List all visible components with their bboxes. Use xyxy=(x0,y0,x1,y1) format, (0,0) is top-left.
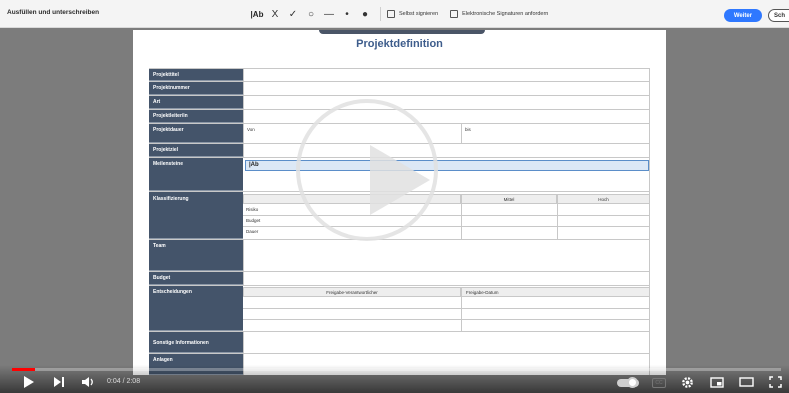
miniplayer-icon[interactable] xyxy=(708,374,726,390)
volume-icon[interactable] xyxy=(78,374,98,390)
tool-group: |Ab X ✓ ○ — • ● Selbst signieren Elektro… xyxy=(248,6,560,22)
row-border xyxy=(649,110,650,123)
sign-self-button[interactable]: Selbst signieren xyxy=(387,10,438,18)
row-border xyxy=(649,272,650,285)
field-team[interactable] xyxy=(243,240,650,271)
row-entscheidungen: Entscheidungen Freigabe-Verantwortlicher… xyxy=(149,286,650,332)
bis-label: bis xyxy=(465,127,471,132)
document-icon xyxy=(450,10,459,18)
entscheidung-header-verantwortlicher: Freigabe-Verantwortlicher xyxy=(243,287,461,297)
time-display: 0:04 / 2:08 xyxy=(107,378,141,385)
next-icon[interactable] xyxy=(50,374,68,390)
page-tab xyxy=(319,30,485,34)
grid-line xyxy=(243,215,650,216)
cross-tool-icon[interactable]: X xyxy=(266,6,284,22)
label-klassifizierung: Klassifizierung xyxy=(149,192,243,239)
field-art[interactable] xyxy=(243,96,650,109)
field-projektleiter[interactable] xyxy=(243,110,650,123)
grid-line xyxy=(557,204,558,240)
settings-gear-icon[interactable] xyxy=(679,374,695,390)
toolbar-divider xyxy=(380,7,381,21)
row-border xyxy=(649,158,650,191)
grid-line xyxy=(461,204,462,240)
row-border xyxy=(649,96,650,109)
line-tool-icon[interactable]: — xyxy=(320,6,338,22)
label-team: Team xyxy=(149,240,243,271)
theater-mode-icon[interactable] xyxy=(737,374,755,390)
klass-row-risiko: Risiko xyxy=(246,207,259,212)
row-border xyxy=(649,286,650,331)
row-border xyxy=(649,332,650,353)
dot-small-tool-icon[interactable]: • xyxy=(338,6,356,22)
grid-line xyxy=(461,297,462,332)
circle-tool-icon[interactable]: ○ xyxy=(302,6,320,22)
sign-self-label: Selbst signieren xyxy=(399,11,439,17)
autoplay-knob-icon xyxy=(627,377,638,388)
row-border xyxy=(649,124,650,143)
field-projektnummer[interactable] xyxy=(243,82,650,95)
dot-large-tool-icon[interactable]: ● xyxy=(356,6,374,22)
field-bis[interactable]: bis xyxy=(461,124,650,143)
row-sonstige: Sonstige Informationen xyxy=(149,332,650,354)
grid-line xyxy=(243,226,650,227)
sign-pen-icon xyxy=(387,10,395,18)
request-signature-label: Elektronische Signaturen anfordern xyxy=(462,11,549,17)
subtitles-icon[interactable]: CC xyxy=(652,378,666,388)
grid-line xyxy=(243,319,650,320)
field-budget[interactable] xyxy=(243,272,650,285)
row-projektnummer: Projektnummer xyxy=(149,82,650,96)
label-meilensteine: Meilensteine xyxy=(149,158,243,191)
klass-header-hoch: Hoch xyxy=(557,194,650,204)
von-label: Von xyxy=(247,127,255,132)
field-sonstige[interactable] xyxy=(243,332,650,353)
play-icon[interactable] xyxy=(20,374,38,390)
field-projekttitel[interactable] xyxy=(243,69,650,81)
row-budget: Budget xyxy=(149,272,650,286)
klass-row-dauer: Dauer xyxy=(246,229,259,234)
big-play-icon[interactable] xyxy=(370,145,430,215)
video-frame[interactable]: Ausfüllen und unterschreiben |Ab X ✓ ○ —… xyxy=(0,0,789,393)
label-entscheidungen: Entscheidungen xyxy=(149,286,243,331)
row-border xyxy=(649,69,650,81)
label-projektdauer: Projektdauer xyxy=(149,124,243,143)
progress-fill xyxy=(12,368,35,371)
fill-sign-toolbar: Ausfüllen und unterschreiben |Ab X ✓ ○ —… xyxy=(0,0,789,28)
row-projekttitel: Projekttitel xyxy=(149,68,650,82)
klass-header-mittel: Mittel xyxy=(461,194,557,204)
grid-line xyxy=(243,308,650,309)
row-border xyxy=(649,192,650,239)
row-team: Team xyxy=(149,240,650,272)
row-border xyxy=(649,82,650,95)
weiter-button[interactable]: Weiter xyxy=(724,9,762,22)
label-art: Art xyxy=(149,96,243,109)
label-projektleiter: Projektleiter/in xyxy=(149,110,243,123)
fullscreen-icon[interactable] xyxy=(766,374,784,390)
row-border xyxy=(649,144,650,157)
progress-bar[interactable] xyxy=(12,368,781,371)
row-border xyxy=(649,240,650,271)
label-sonstige: Sonstige Informationen xyxy=(149,332,243,353)
text-tool-icon[interactable]: |Ab xyxy=(248,6,266,22)
label-budget: Budget xyxy=(149,272,243,285)
page-title: Projektdefinition xyxy=(356,38,443,50)
klass-row-budget: Budget xyxy=(246,218,261,223)
label-projektziel: Projektziel xyxy=(149,144,243,157)
label-projekttitel: Projekttitel xyxy=(149,69,243,81)
close-button[interactable]: Sch xyxy=(768,9,789,22)
label-projektnummer: Projektnummer xyxy=(149,82,243,95)
toolbar-title: Ausfüllen und unterschreiben xyxy=(7,9,100,16)
entscheidung-header-datum: Freigabe-Datum xyxy=(461,287,650,297)
request-signature-button[interactable]: Elektronische Signaturen anfordern xyxy=(450,10,548,18)
check-tool-icon[interactable]: ✓ xyxy=(284,6,302,22)
